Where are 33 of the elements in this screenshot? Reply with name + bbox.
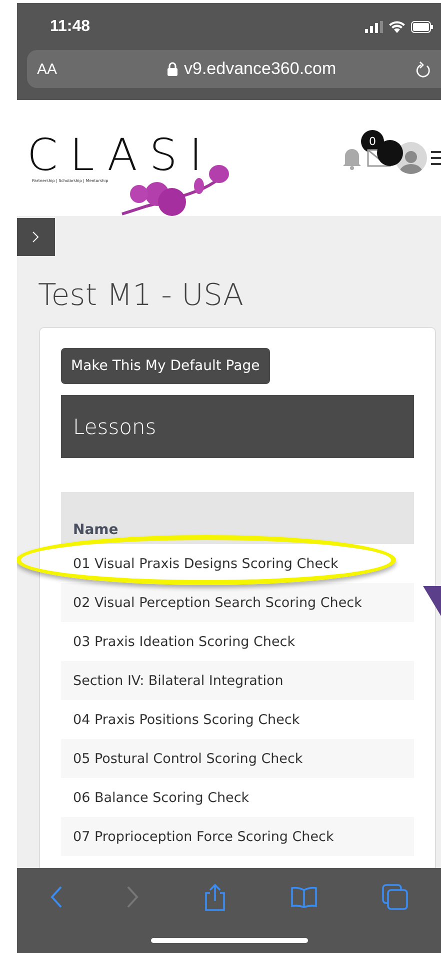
- lesson-row[interactable]: 02 Visual Perception Search Scoring Check: [61, 583, 414, 622]
- address-bar[interactable]: AA v9.edvance360.com: [27, 50, 441, 88]
- lesson-row[interactable]: 05 Postural Control Scoring Check: [61, 739, 414, 778]
- reload-icon[interactable]: [415, 60, 431, 78]
- status-time: 11:48: [50, 18, 90, 36]
- lesson-name: 01 Visual Praxis Designs Scoring Check: [73, 556, 338, 572]
- share-button[interactable]: [204, 883, 226, 911]
- url-text: v9.edvance360.com: [184, 59, 338, 79]
- lesson-name: 07 Proprioception Force Scoring Check: [73, 828, 334, 844]
- back-button[interactable]: [50, 886, 62, 908]
- page-title: Test M1 - USA: [38, 278, 245, 313]
- battery-icon: [411, 20, 433, 32]
- lesson-name: 02 Visual Perception Search Scoring Check: [73, 594, 362, 610]
- lesson-row[interactable]: Section IV: Bilateral Integration: [61, 661, 414, 700]
- signal-icon: [365, 20, 383, 32]
- logo-text: CLASI: [27, 134, 216, 178]
- lesson-name: 06 Balance Scoring Check: [73, 790, 250, 806]
- bell-icon[interactable]: [341, 146, 363, 170]
- sidebar-toggle-button[interactable]: [17, 218, 55, 256]
- chevron-right-icon: [32, 231, 40, 243]
- lesson-name: Section IV: Bilateral Integration: [73, 672, 284, 688]
- column-header: Name: [73, 522, 118, 538]
- panel-title: Lessons: [73, 414, 156, 438]
- default-page-button[interactable]: Make This My Default Page: [61, 348, 270, 384]
- lock-icon: [167, 62, 178, 76]
- lesson-row[interactable]: 07 Proprioception Force Scoring Check: [61, 817, 414, 856]
- text-size-button[interactable]: AA: [37, 60, 167, 78]
- lesson-name: 05 Postural Control Scoring Check: [73, 750, 303, 766]
- wifi-icon: [389, 20, 405, 32]
- tabs-button[interactable]: [382, 884, 408, 910]
- lesson-name: 04 Praxis Positions Scoring Check: [73, 712, 300, 728]
- lesson-name: 03 Praxis Ideation Scoring Check: [73, 634, 296, 650]
- bookmarks-button[interactable]: [291, 886, 318, 908]
